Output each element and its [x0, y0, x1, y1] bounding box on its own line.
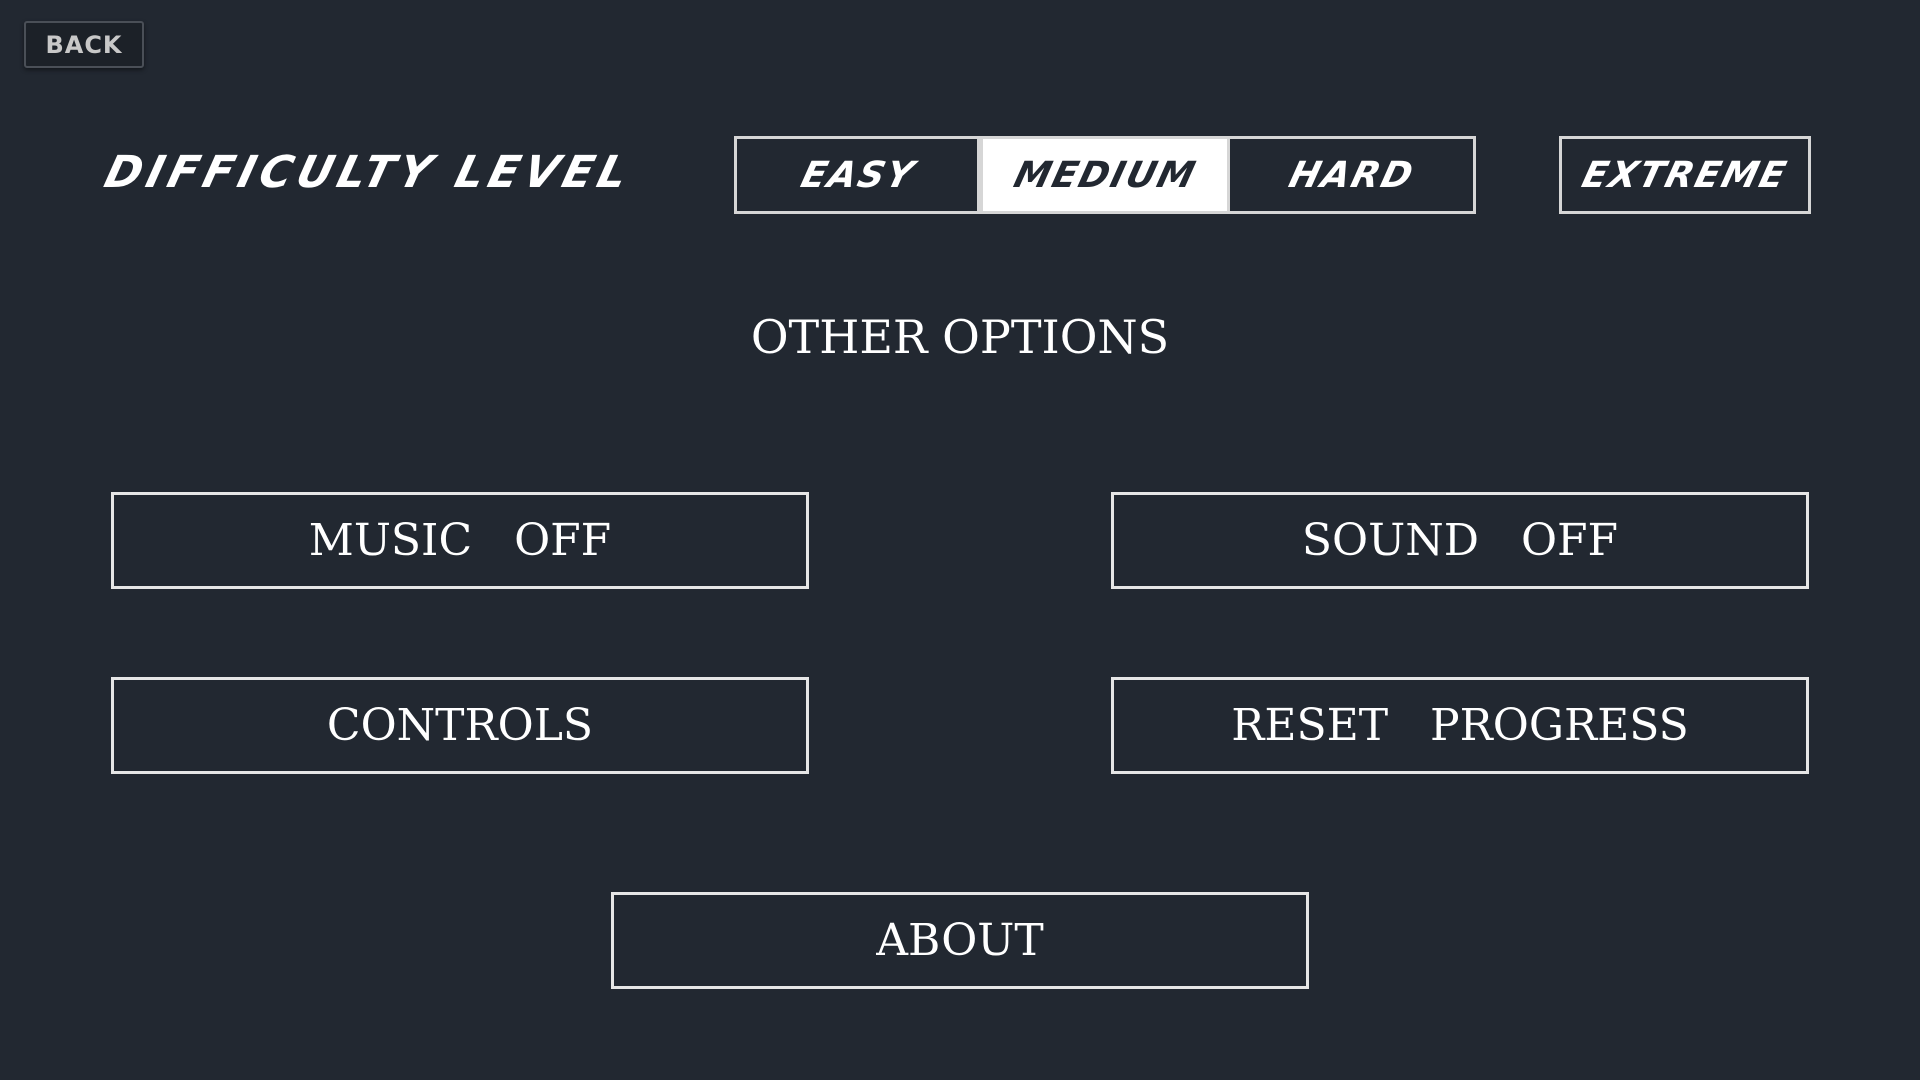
- difficulty-extreme-label: EXTREME: [1578, 154, 1792, 196]
- music-toggle-button[interactable]: MUSIC OFF: [111, 492, 809, 589]
- difficulty-level-label: DIFFICULTY LEVEL: [99, 146, 638, 198]
- back-button[interactable]: BACK: [24, 21, 144, 68]
- difficulty-hard-button[interactable]: HARD: [1226, 139, 1473, 211]
- sound-toggle-button[interactable]: SOUND OFF: [1111, 492, 1809, 589]
- difficulty-medium-button[interactable]: MEDIUM: [977, 136, 1230, 214]
- difficulty-hard-label: HARD: [1284, 154, 1419, 196]
- controls-button[interactable]: CONTROLS: [111, 677, 809, 774]
- reset-progress-button[interactable]: RESET PROGRESS: [1111, 677, 1809, 774]
- about-button[interactable]: ABOUT: [611, 892, 1309, 989]
- difficulty-medium-label: MEDIUM: [1009, 154, 1201, 196]
- other-options-heading: OTHER OPTIONS: [750, 310, 1170, 364]
- difficulty-easy-button[interactable]: EASY: [737, 139, 980, 211]
- difficulty-selector: EASY MEDIUM HARD: [734, 136, 1476, 214]
- difficulty-easy-label: EASY: [797, 154, 921, 196]
- difficulty-extreme-button[interactable]: EXTREME: [1559, 136, 1811, 214]
